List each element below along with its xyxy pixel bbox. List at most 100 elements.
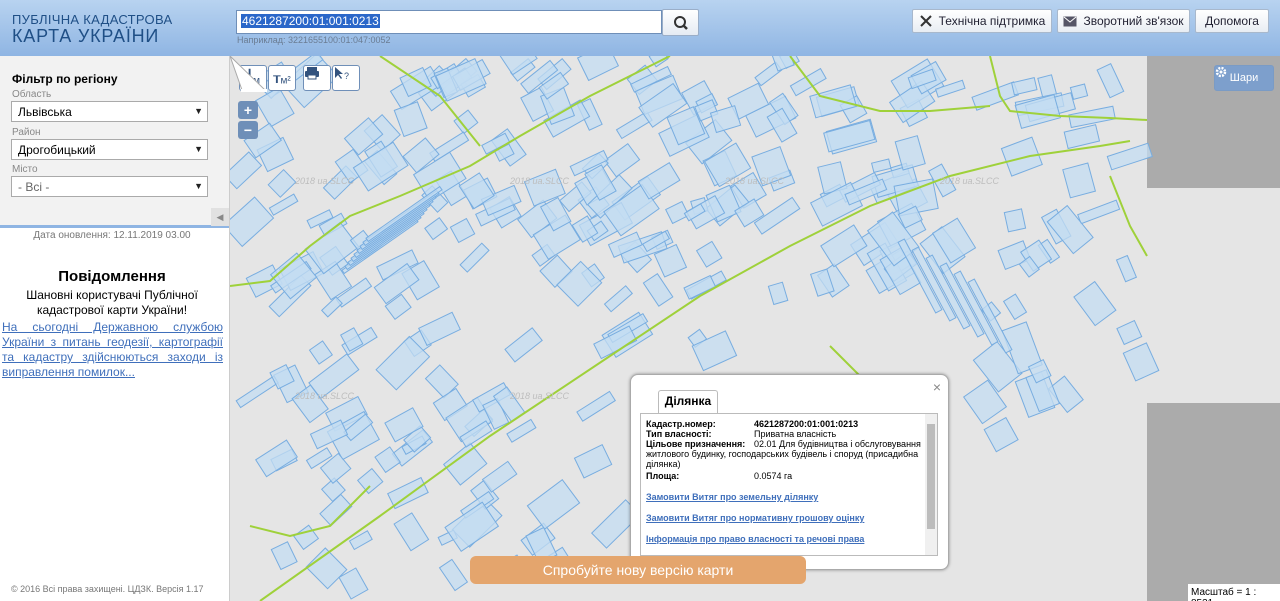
- land-parcel[interactable]: [1096, 63, 1125, 99]
- map-canvas[interactable]: 2018 ua.SLCC 2018 ua.SLCC 2018 ua.SLCC 2…: [230, 56, 1280, 601]
- land-parcel[interactable]: [320, 296, 343, 318]
- land-parcel[interactable]: [1115, 254, 1138, 283]
- oblast-select[interactable]: Львівська ▼: [11, 101, 208, 122]
- land-parcel[interactable]: [983, 416, 1019, 453]
- notice-link[interactable]: На сьогодні Державною службою України з …: [2, 320, 223, 380]
- tools-icon: [919, 15, 932, 27]
- ownership-info-link[interactable]: Інформація про право власності та речові…: [646, 534, 864, 544]
- land-parcel[interactable]: [267, 168, 297, 198]
- svg-text:?: ?: [344, 71, 349, 80]
- land-parcel[interactable]: [576, 56, 620, 82]
- zoom-out-button[interactable]: −: [238, 121, 258, 139]
- land-parcel[interactable]: [767, 281, 789, 306]
- land-parcel[interactable]: [348, 530, 373, 551]
- dropdown-arrow-icon: ▼: [194, 144, 203, 154]
- dropdown-arrow-icon: ▼: [194, 181, 203, 191]
- land-parcel[interactable]: [573, 444, 613, 479]
- notice-text: Шановні користувачі Публічної кадастрово…: [26, 288, 198, 317]
- land-parcel[interactable]: [1073, 280, 1117, 327]
- sidebar: Фільтр по регіону Область Львівська ▼ Рай…: [0, 56, 230, 601]
- land-parcel[interactable]: [308, 340, 333, 365]
- land-parcel[interactable]: [356, 467, 384, 495]
- land-parcel[interactable]: [1069, 83, 1089, 101]
- watermark: 2018 ua.SLCC: [510, 176, 570, 186]
- land-parcel[interactable]: [1106, 142, 1153, 171]
- scrollbar-thumb[interactable]: [927, 424, 935, 529]
- oblast-value: Львівська: [18, 105, 72, 119]
- search-button[interactable]: [662, 9, 699, 36]
- land-parcel[interactable]: [1003, 208, 1027, 233]
- land-parcel[interactable]: [576, 390, 616, 422]
- land-parcel[interactable]: [1010, 76, 1038, 96]
- collapse-sidebar-button[interactable]: ◀: [211, 208, 229, 226]
- land-parcel[interactable]: [270, 541, 298, 571]
- print-button[interactable]: [303, 65, 331, 91]
- land-parcel[interactable]: [1062, 162, 1097, 199]
- help-button[interactable]: Допомога: [1195, 9, 1269, 33]
- land-parcel[interactable]: [526, 478, 581, 530]
- land-parcel[interactable]: [642, 273, 674, 307]
- try-new-version-button[interactable]: Спробуйте нову версію карти: [470, 556, 806, 584]
- cursor-question-icon: ?: [335, 67, 349, 80]
- land-parcel[interactable]: [870, 158, 892, 174]
- land-parcel[interactable]: [393, 512, 430, 552]
- land-parcel[interactable]: [1077, 199, 1121, 225]
- popup-scrollbar[interactable]: [925, 414, 937, 555]
- land-parcel[interactable]: [820, 224, 868, 268]
- feedback-button[interactable]: Зворотний зв'язок: [1057, 9, 1190, 33]
- land-parcel[interactable]: [695, 240, 723, 268]
- area-unit: м²: [280, 75, 291, 87]
- land-parcel[interactable]: [230, 196, 275, 248]
- order-extract-link[interactable]: Замовити Витяг про земельну ділянку: [646, 492, 818, 502]
- land-parcel[interactable]: [235, 375, 279, 409]
- logo-line2: КАРТА УКРАЇНИ: [12, 26, 160, 46]
- popup-pointer: [230, 56, 267, 92]
- raion-label: Район: [12, 127, 41, 138]
- identify-button[interactable]: ?: [332, 65, 360, 91]
- help-label: Допомога: [1205, 14, 1259, 28]
- support-label: Технічна підтримка: [938, 14, 1046, 28]
- zoom-in-button[interactable]: +: [238, 101, 258, 119]
- land-parcel[interactable]: [1116, 319, 1143, 346]
- gear-icon: [1215, 66, 1227, 78]
- feedback-label: Зворотний зв'язок: [1083, 14, 1184, 28]
- parcel-info: Кадастр.номер: 4621287200:01:001:0213 Ти…: [640, 413, 938, 556]
- boundary-line: [1109, 175, 1148, 257]
- land-parcel[interactable]: [453, 109, 479, 135]
- measure-area-button[interactable]: ┰м²: [268, 65, 296, 91]
- raion-select[interactable]: Дрогобицький ▼: [11, 139, 208, 160]
- land-parcel[interactable]: [481, 460, 518, 493]
- land-parcel[interactable]: [504, 327, 543, 363]
- land-parcel[interactable]: [603, 143, 641, 178]
- order-valuation-link[interactable]: Замовити Витяг про нормативну грошову оц…: [646, 513, 864, 523]
- tab-parcel[interactable]: Ділянка: [658, 390, 718, 413]
- support-button[interactable]: Технічна підтримка: [912, 9, 1052, 33]
- misto-label: Місто: [12, 164, 38, 175]
- layers-button[interactable]: Шари: [1214, 65, 1274, 91]
- land-parcel[interactable]: [603, 285, 634, 313]
- ownership-label: Тип власності:: [646, 429, 712, 439]
- land-parcel[interactable]: [449, 217, 476, 244]
- land-parcel[interactable]: [789, 67, 827, 97]
- land-parcel[interactable]: [268, 193, 299, 216]
- land-parcel[interactable]: [1122, 342, 1160, 382]
- cadastral-number-label: Кадастр.номер:: [646, 419, 716, 429]
- land-parcel[interactable]: [459, 242, 490, 273]
- misto-select[interactable]: - Всі - ▼: [11, 176, 208, 197]
- watermark: 2018 ua.SLCC: [725, 176, 785, 186]
- land-parcel[interactable]: [1002, 293, 1028, 321]
- land-parcel[interactable]: [424, 217, 449, 241]
- watermark: 2018 ua.SLCC: [295, 176, 355, 186]
- land-parcel[interactable]: [393, 101, 428, 138]
- close-icon[interactable]: ×: [933, 379, 941, 395]
- land-parcel[interactable]: [418, 311, 461, 347]
- watermark: 2018 ua.SLCC: [940, 176, 1000, 186]
- raion-value: Дрогобицький: [18, 143, 96, 157]
- land-parcel[interactable]: [1063, 124, 1101, 150]
- land-parcel[interactable]: [387, 476, 429, 510]
- land-parcel[interactable]: [1000, 136, 1043, 177]
- search-input[interactable]: 4621287200:01:001:0213: [236, 10, 662, 34]
- logo-line1: ПУБЛІЧНА КАДАСТРОВА: [12, 12, 173, 27]
- area-icon: ┰м²: [273, 69, 291, 87]
- land-parcel[interactable]: [438, 558, 469, 592]
